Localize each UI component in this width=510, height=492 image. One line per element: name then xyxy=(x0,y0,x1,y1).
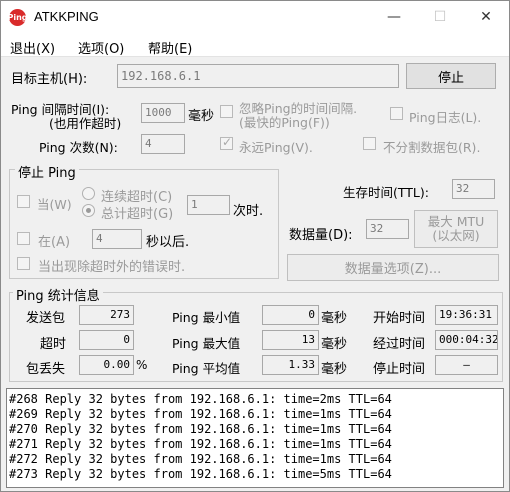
sent-label: 发送包 xyxy=(26,311,66,326)
ping-min-value: 0 xyxy=(262,305,319,325)
log-line: #269 Reply 32 bytes from 192.168.6.1: ti… xyxy=(9,407,392,421)
packet-options-button[interactable]: 数据量选项(Z)... xyxy=(287,254,499,281)
stop-time-label: 停止时间 xyxy=(373,362,426,377)
ping-count-input[interactable]: 4 xyxy=(141,134,185,154)
sent-value: 273 xyxy=(79,305,134,325)
stop-after-label: 在(A) xyxy=(38,235,71,250)
loss-value: 0.00 xyxy=(79,355,134,375)
loss-unit: % xyxy=(136,358,148,372)
stop-when-label: 当(W) xyxy=(37,197,72,212)
no-fragment-label: 不分割数据包(R). xyxy=(383,140,481,155)
ping-avg-value: 1.33 xyxy=(262,355,319,375)
ping-avg-unit: 毫秒 xyxy=(321,362,348,377)
menu-options[interactable]: 选项(O) xyxy=(78,38,124,57)
ping-forever-checkbox[interactable] xyxy=(220,135,233,150)
interval-unit: 毫秒 xyxy=(188,109,215,124)
ping-max-label: Ping 最大值 xyxy=(172,336,241,351)
timeout-label: 超时 xyxy=(40,337,67,352)
target-host-input[interactable]: 192.168.6.1 xyxy=(117,64,399,88)
ping-log-output[interactable]: #268 Reply 32 bytes from 192.168.6.1: ti… xyxy=(6,388,504,488)
stop-on-error-label: 当出现除超时外的错误时. xyxy=(38,260,186,275)
close-button[interactable]: ✕ xyxy=(463,1,509,33)
max-mtu-sublabel: (以太网) xyxy=(432,228,480,243)
stop-after-seconds-input[interactable]: 4 xyxy=(92,229,142,249)
app-ping-icon: Ping xyxy=(7,9,28,26)
statistics-group-title: Ping 统计信息 xyxy=(13,285,103,304)
elapsed-time-label: 经过时间 xyxy=(373,337,426,352)
ping-log-label: Ping日志(L). xyxy=(409,110,482,125)
consecutive-timeout-radio[interactable] xyxy=(82,187,95,200)
start-time-value: 19:36:31 xyxy=(435,305,498,325)
timeout-count-input[interactable]: 1 xyxy=(187,195,230,215)
total-timeout-radio[interactable] xyxy=(82,204,95,217)
ttl-label: 生存时间(TTL): xyxy=(343,185,429,200)
menu-help[interactable]: 帮助(E) xyxy=(148,38,192,57)
ping-count-label: Ping 次数(N): xyxy=(39,140,118,155)
timeout-count-unit: 次时. xyxy=(233,204,264,219)
stop-on-error-checkbox[interactable] xyxy=(17,257,30,270)
log-line: #270 Reply 32 bytes from 192.168.6.1: ti… xyxy=(9,422,392,436)
loss-label: 包丢失 xyxy=(26,362,66,377)
title-bar[interactable]: Ping ATKKPING — ☐ ✕ xyxy=(1,1,509,33)
stop-when-checkbox[interactable] xyxy=(17,195,30,208)
ping-avg-label: Ping 平均值 xyxy=(172,361,241,376)
stop-after-seconds-unit: 秒以后. xyxy=(146,235,190,250)
ignore-interval-checkbox[interactable] xyxy=(220,105,233,118)
no-fragment-checkbox[interactable] xyxy=(363,137,376,150)
total-timeout-label: 总计超时(G) xyxy=(101,207,174,222)
log-line: #271 Reply 32 bytes from 192.168.6.1: ti… xyxy=(9,437,392,451)
ping-min-unit: 毫秒 xyxy=(321,311,348,326)
log-line: #268 Reply 32 bytes from 192.168.6.1: ti… xyxy=(9,392,392,406)
minimize-button[interactable]: — xyxy=(371,1,417,33)
packet-size-label: 数据量(D): xyxy=(289,228,353,243)
ignore-interval-sublabel: (最快的Ping(F)) xyxy=(239,115,330,130)
interval-input[interactable]: 1000 xyxy=(141,103,185,123)
ping-log-checkbox[interactable] xyxy=(390,107,403,120)
menu-exit[interactable]: 退出(X) xyxy=(10,38,55,57)
start-time-label: 开始时间 xyxy=(373,311,426,326)
timeout-value: 0 xyxy=(79,330,134,350)
log-line: #272 Reply 32 bytes from 192.168.6.1: ti… xyxy=(9,452,392,466)
stop-time-value: — xyxy=(435,355,498,375)
target-host-label: 目标主机(H): xyxy=(11,72,88,87)
max-mtu-label: 最大 MTU xyxy=(427,214,485,229)
window-title: ATKKPING xyxy=(34,9,99,24)
ttl-input[interactable]: 32 xyxy=(452,179,495,199)
main-window: Ping ATKKPING — ☐ ✕ 退出(X) 选项(O) 帮助(E) 目标… xyxy=(0,0,510,492)
ping-max-value: 13 xyxy=(262,330,319,350)
ping-forever-label: 永远Ping(V). xyxy=(239,140,313,155)
max-mtu-button[interactable]: 最大 MTU (以太网) xyxy=(414,210,498,248)
log-line: #273 Reply 32 bytes from 192.168.6.1: ti… xyxy=(9,467,392,481)
ping-min-label: Ping 最小值 xyxy=(172,310,241,325)
stop-ping-group-title: 停止 Ping xyxy=(15,162,79,181)
stop-button[interactable]: 停止 xyxy=(406,63,496,89)
ping-max-unit: 毫秒 xyxy=(321,337,348,352)
packet-size-input[interactable]: 32 xyxy=(366,219,409,239)
maximize-button[interactable]: ☐ xyxy=(417,1,463,33)
menu-bar: 退出(X) 选项(O) 帮助(E) xyxy=(1,33,509,57)
elapsed-time-value: 000:04:32 xyxy=(435,330,498,350)
stop-after-checkbox[interactable] xyxy=(17,232,30,245)
interval-sublabel: (也用作超时) xyxy=(49,116,122,131)
